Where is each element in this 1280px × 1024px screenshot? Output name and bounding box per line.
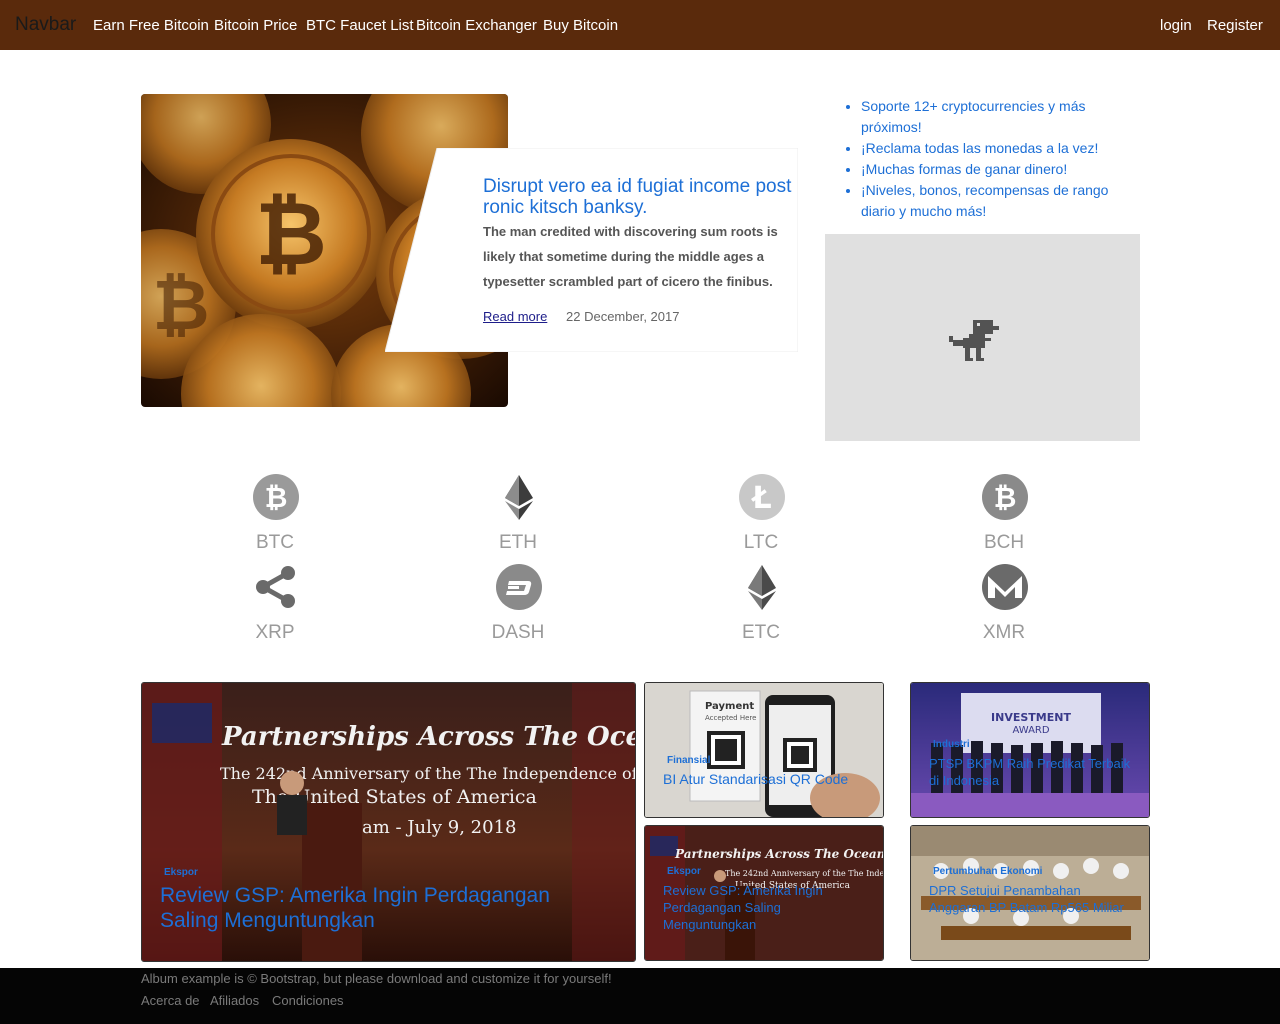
news-category[interactable]: Pertumbuhan Ekonomi	[933, 866, 1042, 877]
hero-article-date: 22 December, 2017	[566, 309, 680, 324]
news-card-dpr[interactable]: Pertumbuhan Ekonomi DPR Setujui Penambah…	[910, 825, 1150, 961]
ethereum-classic-icon	[748, 565, 776, 610]
coin-xmr[interactable]: XMR	[944, 564, 1064, 664]
news-category[interactable]: Industri	[933, 739, 970, 750]
news-category[interactable]: Ekspor	[164, 867, 198, 878]
coin-label: XRP	[255, 622, 295, 643]
coin-etc[interactable]: ETC	[701, 564, 821, 664]
monero-icon	[982, 564, 1028, 610]
feature-item: ¡Reclama todas las monedas a la vez!	[861, 138, 1141, 159]
news-title[interactable]: DPR Setujui Penambahan Anggaran BP Batam…	[929, 882, 1139, 916]
nav-link-btc-faucet-list[interactable]: BTC Faucet List	[306, 17, 414, 34]
news-card-gsp[interactable]: Partnerships Across The Oceans The 242nd…	[644, 825, 884, 961]
svg-text:INVESTMENT: INVESTMENT	[991, 711, 1071, 724]
hero-article-title[interactable]: Disrupt vero ea id fugiat income post ro…	[483, 176, 793, 218]
login-link[interactable]: login	[1160, 17, 1192, 34]
coin-label: XMR	[982, 622, 1026, 643]
bitcoin-icon: ₿	[253, 474, 299, 520]
news-image: Payment Accepted Here	[645, 683, 883, 817]
coin-ltc[interactable]: Ł LTC	[701, 474, 821, 574]
coin-label: BTC	[256, 532, 294, 553]
svg-text:Partnerships Across The Oceans: Partnerships Across The Oceans	[221, 722, 635, 752]
coin-xrp[interactable]: XRP	[215, 564, 335, 664]
coin-label: LTC	[743, 532, 779, 553]
read-more-link[interactable]: Read more	[483, 309, 547, 324]
nav-link-buy-bitcoin[interactable]: Buy Bitcoin	[543, 17, 618, 34]
news-title[interactable]: Review GSP: Amerika Ingin Perdagangan Sa…	[160, 883, 600, 933]
news-image: INVESTMENT AWARD	[911, 683, 1149, 817]
footer-link-condiciones[interactable]: Condiciones	[272, 993, 344, 1008]
svg-text:The 242nd Anniversary of the T: The 242nd Anniversary of the The Indepen…	[725, 869, 883, 878]
nav-link-bitcoin-exchanger[interactable]: Bitcoin Exchanger	[416, 17, 537, 34]
news-card-award[interactable]: INVESTMENT AWARD Industri PTSP BKPM Raih…	[910, 682, 1150, 818]
feature-item: Soporte 12+ cryptocurrencies y más próxi…	[861, 96, 1141, 138]
news-card-qr[interactable]: Payment Accepted Here Finansial BI Atur …	[644, 682, 884, 818]
svg-text:₿: ₿	[265, 481, 288, 514]
bitcoin-cash-icon: ₿	[982, 474, 1028, 520]
features-list: Soporte 12+ cryptocurrencies y más próxi…	[844, 96, 1141, 222]
register-link[interactable]: Register	[1207, 17, 1263, 34]
svg-text:am - July 9, 2018: am - July 9, 2018	[362, 817, 517, 838]
news-category[interactable]: Finansial	[667, 755, 710, 766]
nav-link-earn-free-bitcoin[interactable]: Earn Free Bitcoin	[93, 17, 209, 34]
svg-text:₿: ₿	[994, 481, 1017, 514]
coin-label: ETH	[499, 532, 537, 553]
litecoin-icon: Ł	[739, 474, 785, 520]
top-navbar: Navbar Earn Free Bitcoin Bitcoin Price B…	[0, 0, 1280, 50]
coin-label: BCH	[983, 532, 1025, 553]
coin-btc[interactable]: ₿ BTC	[215, 474, 335, 574]
dino-icon	[949, 320, 999, 361]
ethereum-icon	[505, 475, 533, 520]
footer-link-acerca[interactable]: Acerca de	[141, 993, 200, 1008]
news-title[interactable]: Review GSP: Amerika Ingin Perdagangan Sa…	[663, 882, 873, 933]
ad-placeholder	[825, 234, 1140, 441]
ripple-icon	[256, 566, 295, 608]
coin-eth[interactable]: ETH	[458, 474, 578, 574]
news-card-large[interactable]: Partnerships Across The Oceans The 242nd…	[141, 682, 636, 962]
footer-copyright: Album example is © Bootstrap, but please…	[141, 971, 612, 986]
dash-icon	[496, 564, 542, 610]
svg-text:Payment: Payment	[705, 701, 754, 712]
footer-link-afiliados[interactable]: Afiliados	[210, 993, 259, 1008]
coin-dash[interactable]: DASH	[458, 564, 578, 664]
coin-label: DASH	[491, 622, 545, 643]
svg-text:AWARD: AWARD	[1012, 725, 1049, 736]
svg-text:₿: ₿	[152, 264, 209, 346]
hero-article-text: The man credited with discovering sum ro…	[483, 224, 778, 289]
navbar-brand[interactable]: Navbar	[15, 14, 76, 36]
feature-item: ¡Niveles, bonos, recompensas de rango di…	[861, 180, 1141, 222]
news-title[interactable]: BI Atur Standarisasi QR Code	[663, 771, 873, 788]
news-category[interactable]: Ekspor	[667, 866, 701, 877]
svg-text:Partnerships Across The Oceans: Partnerships Across The Oceans	[674, 847, 883, 861]
coin-bch[interactable]: ₿ BCH	[944, 474, 1064, 574]
nav-link-bitcoin-price[interactable]: Bitcoin Price	[214, 17, 297, 34]
svg-text:Accepted Here: Accepted Here	[705, 714, 756, 722]
coin-label: ETC	[742, 622, 780, 643]
svg-text:₿: ₿	[255, 182, 327, 285]
news-title[interactable]: PTSP BKPM Raih Predikat Terbaik di Indon…	[929, 755, 1139, 789]
feature-item: ¡Muchas formas de ganar dinero!	[861, 159, 1141, 180]
svg-text:Ł: Ł	[750, 481, 771, 516]
